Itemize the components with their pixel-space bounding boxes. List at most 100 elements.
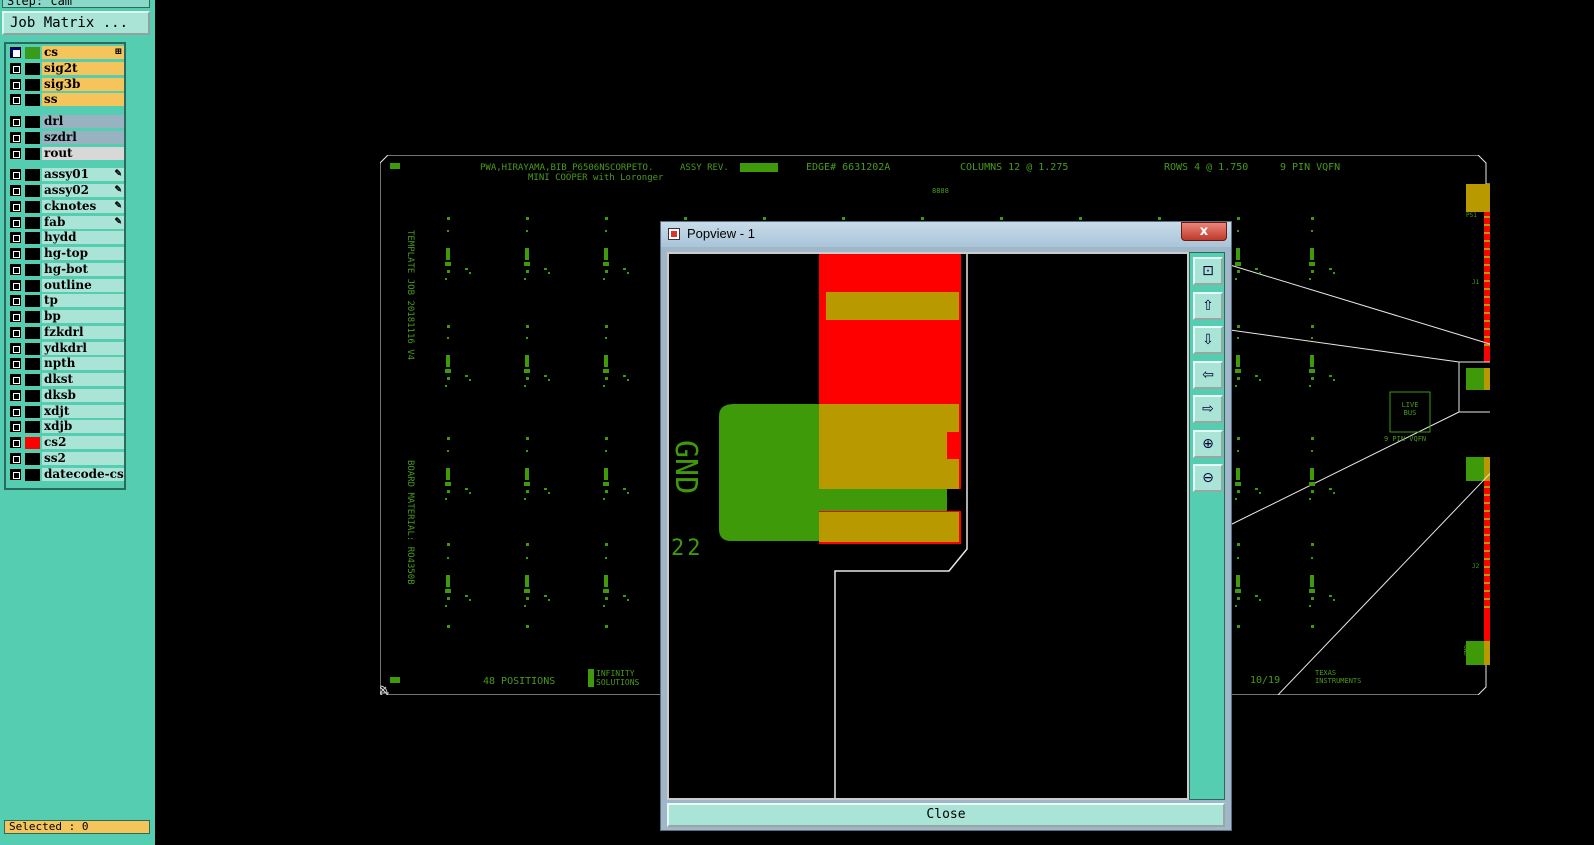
layer-row-fzkdrl[interactable]: fzkdrl (8, 325, 124, 340)
layer-name[interactable]: dkst (42, 373, 124, 386)
layer-name[interactable]: rout (42, 146, 124, 160)
layer-row-cs2[interactable]: cs2 (8, 436, 124, 450)
layer-color-swatch[interactable] (25, 147, 40, 160)
layer-name[interactable]: npth (42, 357, 124, 371)
layer-color-swatch[interactable] (25, 279, 40, 292)
layer-row-cs[interactable]: cs ⊞ (8, 46, 124, 60)
layer-name[interactable]: tp (42, 294, 124, 308)
pan-up-button[interactable]: ⇧ (1193, 291, 1223, 320)
layer-name[interactable]: outline (42, 278, 124, 292)
layer-row-xdjt[interactable]: xdjt (8, 404, 124, 419)
layer-checkbox[interactable] (10, 47, 21, 58)
layer-row-sig2t[interactable]: sig2t (8, 61, 124, 76)
pan-left-button[interactable]: ⇦ (1193, 360, 1223, 389)
layer-checkbox[interactable] (10, 200, 21, 212)
layer-checkbox[interactable] (10, 169, 21, 181)
layer-color-swatch[interactable] (25, 374, 40, 386)
layer-color-swatch[interactable] (25, 185, 40, 197)
layer-name[interactable]: bp (42, 310, 124, 323)
layer-row-fab[interactable]: fab ✎ (8, 215, 124, 230)
layer-row-datecode-cs[interactable]: datecode-cs (8, 467, 124, 482)
layer-checkbox[interactable] (10, 311, 21, 322)
layer-checkbox[interactable] (10, 216, 21, 228)
layer-name[interactable]: szdrl (42, 130, 124, 144)
layer-checkbox[interactable] (10, 147, 21, 159)
layer-name[interactable]: cknotes ✎ (42, 199, 124, 213)
layer-color-swatch[interactable] (25, 263, 40, 276)
layer-color-swatch[interactable] (25, 131, 40, 144)
layer-color-swatch[interactable] (25, 295, 40, 308)
layer-checkbox[interactable] (10, 374, 21, 385)
close-button[interactable]: Close (667, 803, 1225, 827)
layer-name[interactable]: sig3b (42, 77, 124, 91)
layer-row-rout[interactable]: rout (8, 146, 124, 161)
layer-checkbox[interactable] (10, 116, 21, 127)
layer-checkbox[interactable] (10, 185, 21, 196)
layer-name[interactable]: xdjt (42, 404, 124, 418)
layer-checkbox[interactable] (10, 131, 21, 143)
layer-color-swatch[interactable] (25, 200, 40, 213)
layer-row-tp[interactable]: tp (8, 294, 124, 308)
layer-name[interactable]: drl (42, 115, 124, 128)
layer-row-npth[interactable]: npth (8, 357, 124, 371)
layer-checkbox[interactable] (10, 358, 21, 370)
layer-color-swatch[interactable] (25, 342, 40, 355)
layer-checkbox[interactable] (10, 342, 21, 354)
layer-color-swatch[interactable] (25, 232, 40, 245)
layer-checkbox[interactable] (10, 232, 21, 244)
layer-checkbox[interactable] (10, 405, 21, 417)
layer-row-ydkdrl[interactable]: ydkdrl (8, 341, 124, 356)
layer-name[interactable]: dksb (42, 388, 124, 402)
layer-color-swatch[interactable] (25, 405, 40, 418)
layer-color-swatch[interactable] (25, 358, 40, 371)
layer-checkbox[interactable] (10, 62, 21, 74)
layer-color-swatch[interactable] (25, 248, 40, 260)
layer-checkbox[interactable] (10, 248, 21, 259)
layer-checkbox[interactable] (10, 421, 21, 433)
layer-checkbox[interactable] (10, 389, 21, 401)
layer-checkbox[interactable] (10, 78, 21, 90)
layer-row-xdjb[interactable]: xdjb (8, 420, 124, 434)
layer-checkbox[interactable] (10, 468, 21, 480)
layer-row-drl[interactable]: drl (8, 115, 124, 129)
layer-row-ss[interactable]: ss (8, 93, 124, 107)
layer-checkbox[interactable] (10, 452, 21, 464)
layer-color-swatch[interactable] (25, 311, 40, 323)
layer-checkbox[interactable] (10, 94, 21, 106)
layer-row-assy01[interactable]: assy01 ✎ (8, 168, 124, 182)
layer-row-cknotes[interactable]: cknotes ✎ (8, 199, 124, 214)
layer-name[interactable]: assy02 ✎ (42, 184, 124, 197)
zoom-out-button[interactable]: ⊖ (1193, 464, 1223, 492)
zoom-in-button[interactable]: ⊕ (1193, 429, 1223, 458)
layer-name[interactable]: hg-bot (42, 262, 124, 276)
layer-row-hydd[interactable]: hydd (8, 231, 124, 245)
layer-color-swatch[interactable] (25, 452, 40, 465)
layer-color-swatch[interactable] (25, 326, 40, 339)
layer-name[interactable]: cs2 (42, 436, 124, 449)
layer-name[interactable]: ydkdrl (42, 341, 124, 355)
layer-color-swatch[interactable] (25, 216, 40, 229)
pan-down-button[interactable]: ⇩ (1193, 326, 1223, 354)
layer-row-hg-top[interactable]: hg-top (8, 247, 124, 261)
layer-row-assy02[interactable]: assy02 ✎ (8, 184, 124, 198)
layer-color-swatch[interactable] (25, 421, 40, 434)
layer-name[interactable]: ss2 (42, 451, 124, 465)
layer-color-swatch[interactable] (25, 169, 40, 182)
layer-color-swatch[interactable] (25, 116, 40, 128)
layer-name[interactable]: datecode-cs (42, 467, 124, 481)
layer-row-dkst[interactable]: dkst (8, 373, 124, 387)
close-icon[interactable]: x (1181, 222, 1227, 241)
layer-row-outline[interactable]: outline (8, 278, 124, 293)
layer-row-ss2[interactable]: ss2 (8, 451, 124, 466)
layer-name[interactable]: assy01 ✎ (42, 168, 124, 182)
layer-color-swatch[interactable] (25, 62, 40, 75)
layer-row-hg-bot[interactable]: hg-bot (8, 262, 124, 277)
layer-row-dksb[interactable]: dksb (8, 388, 124, 403)
layer-name[interactable]: hydd (42, 231, 124, 245)
zoom-window-button[interactable]: ⊡ (1193, 257, 1223, 285)
layer-name[interactable]: sig2t (42, 61, 124, 75)
job-matrix-button[interactable]: Job Matrix ... (2, 11, 150, 35)
layer-checkbox[interactable] (10, 279, 21, 291)
layer-color-swatch[interactable] (25, 389, 40, 402)
layer-name[interactable]: fab ✎ (42, 215, 124, 229)
